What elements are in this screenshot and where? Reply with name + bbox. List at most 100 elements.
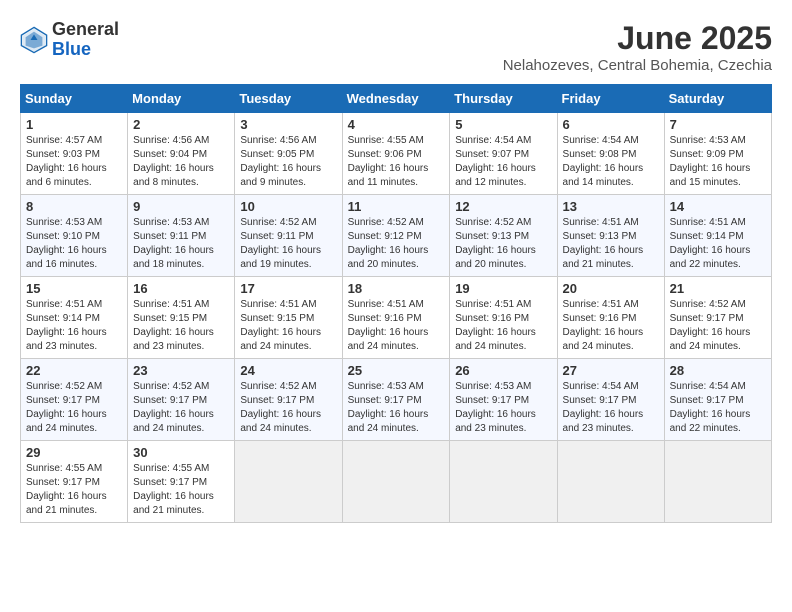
calendar-week-1: 1 Sunrise: 4:57 AM Sunset: 9:03 PM Daylig… xyxy=(21,113,772,195)
calendar-day-8: 8 Sunrise: 4:53 AM Sunset: 9:10 PM Daylig… xyxy=(21,195,128,277)
calendar-day-28: 28 Sunrise: 4:54 AM Sunset: 9:17 PM Dayli… xyxy=(664,359,771,441)
day-number: 23 xyxy=(133,363,229,378)
header-monday: Monday xyxy=(128,85,235,113)
page-header: General Blue June 2025 Nelahozeves, Cent… xyxy=(20,20,772,74)
day-number: 9 xyxy=(133,199,229,214)
calendar-day-13: 13 Sunrise: 4:51 AM Sunset: 9:13 PM Dayli… xyxy=(557,195,664,277)
day-number: 1 xyxy=(26,117,122,132)
day-info: Sunrise: 4:51 AM Sunset: 9:14 PM Dayligh… xyxy=(670,216,766,272)
calendar-table: Sunday Monday Tuesday Wednesday Thursday… xyxy=(20,84,772,523)
day-info: Sunrise: 4:57 AM Sunset: 9:03 PM Dayligh… xyxy=(26,134,122,190)
calendar-day-22: 22 Sunrise: 4:52 AM Sunset: 9:17 PM Dayli… xyxy=(21,359,128,441)
calendar-day-15: 15 Sunrise: 4:51 AM Sunset: 9:14 PM Dayli… xyxy=(21,277,128,359)
logo-general-text: General xyxy=(52,20,119,40)
day-info: Sunrise: 4:55 AM Sunset: 9:06 PM Dayligh… xyxy=(348,134,445,190)
day-info: Sunrise: 4:51 AM Sunset: 9:13 PM Dayligh… xyxy=(563,216,659,272)
month-title: June 2025 xyxy=(503,20,772,57)
calendar-day-10: 10Sunrise: 4:52 AM Sunset: 9:11 PM Dayli… xyxy=(235,195,342,277)
day-number: 19 xyxy=(455,281,551,296)
day-number: 5 xyxy=(455,117,551,132)
day-info: Sunrise: 4:51 AM Sunset: 9:15 PM Dayligh… xyxy=(240,298,336,354)
day-info: Sunrise: 4:56 AM Sunset: 9:04 PM Dayligh… xyxy=(133,134,229,190)
calendar-day-24: 24 Sunrise: 4:52 AM Sunset: 9:17 PM Dayli… xyxy=(235,359,342,441)
day-info: Sunrise: 4:54 AM Sunset: 9:17 PM Dayligh… xyxy=(670,380,766,436)
header-sunday: Sunday xyxy=(21,85,128,113)
day-number: 24 xyxy=(240,363,336,378)
calendar-day-19: 19Sunrise: 4:51 AM Sunset: 9:16 PM Dayli… xyxy=(450,277,557,359)
day-number: 4 xyxy=(348,117,445,132)
logo: General Blue xyxy=(20,20,119,60)
day-info: Sunrise: 4:52 AM Sunset: 9:17 PM Dayligh… xyxy=(26,380,122,436)
calendar-day-29: 29Sunrise: 4:55 AM Sunset: 9:17 PM Dayli… xyxy=(21,441,128,523)
day-info: Sunrise: 4:53 AM Sunset: 9:10 PM Dayligh… xyxy=(26,216,122,272)
day-number: 27 xyxy=(563,363,659,378)
header-friday: Friday xyxy=(557,85,664,113)
day-info: Sunrise: 4:52 AM Sunset: 9:13 PM Dayligh… xyxy=(455,216,551,272)
day-number: 13 xyxy=(563,199,659,214)
day-info: Sunrise: 4:52 AM Sunset: 9:12 PM Dayligh… xyxy=(348,216,445,272)
day-info: Sunrise: 4:51 AM Sunset: 9:16 PM Dayligh… xyxy=(563,298,659,354)
calendar-day-23: 23Sunrise: 4:52 AM Sunset: 9:17 PM Dayli… xyxy=(128,359,235,441)
empty-cell xyxy=(557,441,664,523)
day-number: 8 xyxy=(26,199,122,214)
day-number: 15 xyxy=(26,281,122,296)
day-info: Sunrise: 4:53 AM Sunset: 9:17 PM Dayligh… xyxy=(348,380,445,436)
header-thursday: Thursday xyxy=(450,85,557,113)
day-number: 6 xyxy=(563,117,659,132)
day-info: Sunrise: 4:52 AM Sunset: 9:11 PM Dayligh… xyxy=(240,216,336,272)
day-number: 18 xyxy=(348,281,445,296)
day-number: 22 xyxy=(26,363,122,378)
day-number: 28 xyxy=(670,363,766,378)
calendar-day-3: 3Sunrise: 4:56 AM Sunset: 9:05 PM Daylig… xyxy=(235,113,342,195)
day-number: 2 xyxy=(133,117,229,132)
logo-text: General Blue xyxy=(52,20,119,60)
day-number: 21 xyxy=(670,281,766,296)
logo-icon xyxy=(20,26,48,54)
day-info: Sunrise: 4:54 AM Sunset: 9:07 PM Dayligh… xyxy=(455,134,551,190)
day-info: Sunrise: 4:51 AM Sunset: 9:15 PM Dayligh… xyxy=(133,298,229,354)
day-info: Sunrise: 4:51 AM Sunset: 9:14 PM Dayligh… xyxy=(26,298,122,354)
day-info: Sunrise: 4:53 AM Sunset: 9:17 PM Dayligh… xyxy=(455,380,551,436)
day-info: Sunrise: 4:52 AM Sunset: 9:17 PM Dayligh… xyxy=(240,380,336,436)
day-info: Sunrise: 4:54 AM Sunset: 9:17 PM Dayligh… xyxy=(563,380,659,436)
calendar-day-16: 16Sunrise: 4:51 AM Sunset: 9:15 PM Dayli… xyxy=(128,277,235,359)
empty-cell xyxy=(235,441,342,523)
day-number: 7 xyxy=(670,117,766,132)
day-info: Sunrise: 4:56 AM Sunset: 9:05 PM Dayligh… xyxy=(240,134,336,190)
calendar-day-2: 2 Sunrise: 4:56 AM Sunset: 9:04 PM Daylig… xyxy=(128,113,235,195)
day-number: 17 xyxy=(240,281,336,296)
day-info: Sunrise: 4:53 AM Sunset: 9:11 PM Dayligh… xyxy=(133,216,229,272)
calendar-day-30: 30 Sunrise: 4:55 AM Sunset: 9:17 PM Dayli… xyxy=(128,441,235,523)
day-number: 26 xyxy=(455,363,551,378)
calendar-day-26: 26 Sunrise: 4:53 AM Sunset: 9:17 PM Dayli… xyxy=(450,359,557,441)
header-tuesday: Tuesday xyxy=(235,85,342,113)
calendar-day-18: 18 Sunrise: 4:51 AM Sunset: 9:16 PM Dayli… xyxy=(342,277,450,359)
day-number: 29 xyxy=(26,445,122,460)
calendar-day-20: 20 Sunrise: 4:51 AM Sunset: 9:16 PM Dayli… xyxy=(557,277,664,359)
day-info: Sunrise: 4:51 AM Sunset: 9:16 PM Dayligh… xyxy=(348,298,445,354)
day-info: Sunrise: 4:52 AM Sunset: 9:17 PM Dayligh… xyxy=(670,298,766,354)
calendar-week-5: 29 Sunrise: 4:55 AM Sunset: 9:17 PM Dayli… xyxy=(21,441,772,523)
logo-blue-text: Blue xyxy=(52,40,119,60)
calendar-header-row: Sunday Monday Tuesday Wednesday Thursday… xyxy=(21,85,772,113)
calendar-day-17: 17 Sunrise: 4:51 AM Sunset: 9:15 PM Dayli… xyxy=(235,277,342,359)
day-number: 20 xyxy=(563,281,659,296)
calendar-day-25: 25Sunrise: 4:53 AM Sunset: 9:17 PM Dayli… xyxy=(342,359,450,441)
calendar-day-4: 4 Sunrise: 4:55 AM Sunset: 9:06 PM Daylig… xyxy=(342,113,450,195)
calendar-day-6: 6Sunrise: 4:54 AM Sunset: 9:08 PM Daylig… xyxy=(557,113,664,195)
day-number: 12 xyxy=(455,199,551,214)
calendar-day-21: 21 Sunrise: 4:52 AM Sunset: 9:17 PM Dayli… xyxy=(664,277,771,359)
title-block: June 2025 Nelahozeves, Central Bohemia, … xyxy=(503,20,772,74)
empty-cell xyxy=(450,441,557,523)
day-number: 30 xyxy=(133,445,229,460)
calendar-day-27: 27 Sunrise: 4:54 AM Sunset: 9:17 PM Dayli… xyxy=(557,359,664,441)
calendar-day-9: 9 Sunrise: 4:53 AM Sunset: 9:11 PM Daylig… xyxy=(128,195,235,277)
calendar-week-2: 8 Sunrise: 4:53 AM Sunset: 9:10 PM Daylig… xyxy=(21,195,772,277)
calendar-day-7: 7 Sunrise: 4:53 AM Sunset: 9:09 PM Daylig… xyxy=(664,113,771,195)
header-wednesday: Wednesday xyxy=(342,85,450,113)
day-info: Sunrise: 4:55 AM Sunset: 9:17 PM Dayligh… xyxy=(133,462,229,518)
calendar-day-5: 5 Sunrise: 4:54 AM Sunset: 9:07 PM Daylig… xyxy=(450,113,557,195)
header-saturday: Saturday xyxy=(664,85,771,113)
empty-cell xyxy=(342,441,450,523)
day-info: Sunrise: 4:53 AM Sunset: 9:09 PM Dayligh… xyxy=(670,134,766,190)
